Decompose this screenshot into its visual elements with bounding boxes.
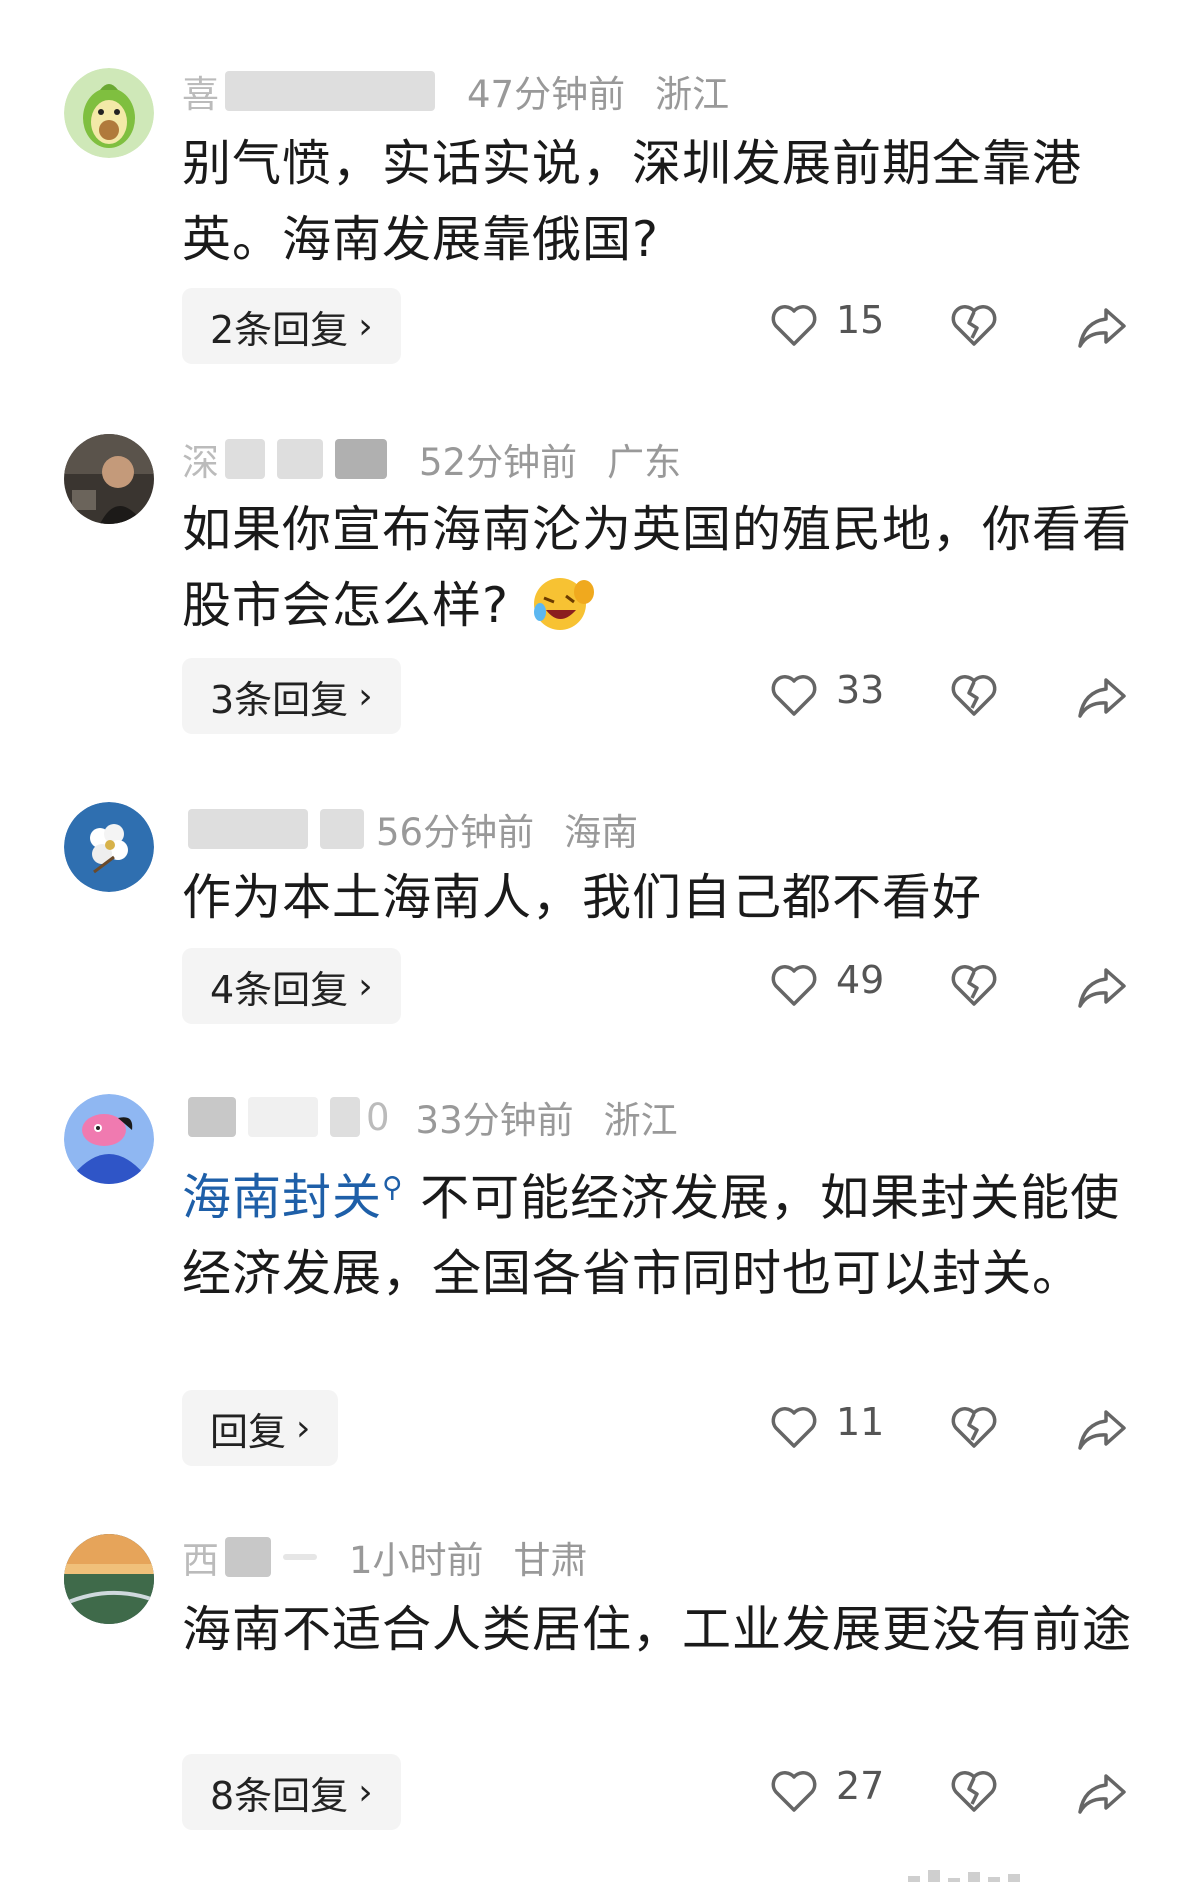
chevron-right-icon: ›: [358, 1771, 373, 1813]
blurred-name: [320, 809, 364, 849]
blurred-name: [225, 71, 435, 111]
blurred-name: [277, 439, 323, 479]
comment-meta: 0 33分钟前 浙江: [182, 1090, 678, 1144]
location: 广东: [607, 441, 682, 484]
broken-heart-icon[interactable]: [950, 672, 998, 720]
timestamp: 47分钟前: [467, 73, 626, 116]
chevron-right-icon: ›: [358, 965, 373, 1007]
blurred-name: [335, 439, 387, 479]
broken-heart-icon[interactable]: [950, 1404, 998, 1452]
heart-icon[interactable]: [770, 1768, 818, 1814]
heart-icon[interactable]: [770, 962, 818, 1008]
username[interactable]: 深: [182, 432, 393, 486]
flower-avatar-icon: [64, 802, 154, 892]
broken-heart-icon[interactable]: [950, 962, 998, 1010]
share-icon[interactable]: [1076, 964, 1128, 1010]
comment-text: 作为本土海南人，我们自己都不看好: [182, 869, 983, 926]
view-replies-button[interactable]: 3条回复 ›: [182, 658, 401, 734]
share-icon[interactable]: [1076, 1406, 1128, 1452]
avatar[interactable]: [64, 434, 154, 524]
avatar[interactable]: [64, 1094, 154, 1184]
comment-actions: 49: [770, 948, 1140, 1024]
avatar[interactable]: [64, 802, 154, 892]
laughing-emoji-icon: [533, 578, 594, 630]
timestamp: 33分钟前: [415, 1099, 574, 1142]
avatar[interactable]: [64, 1534, 154, 1624]
blurred-name: [283, 1554, 317, 1560]
like-count: 49: [836, 958, 885, 1002]
like-count: 15: [836, 298, 885, 342]
like-count: 11: [836, 1400, 885, 1444]
username[interactable]: 喜: [182, 64, 441, 118]
broken-heart-icon[interactable]: [950, 1768, 998, 1816]
heart-icon[interactable]: [770, 672, 818, 718]
share-icon[interactable]: [1076, 1770, 1128, 1816]
like-count: 27: [836, 1764, 885, 1808]
comment-text: 别气愤，实话实说，深圳发展前期全靠港英。海南发展靠俄国?: [182, 135, 1083, 268]
comment-actions: 11: [770, 1390, 1140, 1466]
like-count: 33: [836, 668, 885, 712]
comment-meta: 深 52分钟前 广东: [182, 432, 681, 486]
search-icon: ⚲: [382, 1171, 404, 1204]
comment-text: 如果你宣布海南沦为英国的殖民地，你看看股市会怎么样?: [182, 501, 1133, 634]
comment-meta: 喜 47分钟前 浙江: [182, 64, 729, 118]
comment-actions: 27: [770, 1754, 1140, 1830]
chevron-right-icon: ›: [358, 305, 373, 347]
timestamp: 1小时前: [349, 1539, 484, 1582]
watermark-decoration: [908, 1868, 1158, 1882]
share-icon[interactable]: [1076, 674, 1128, 720]
comment-meta: 西 1小时前 甘肃: [182, 1530, 588, 1584]
blurred-name: [225, 1537, 271, 1577]
timestamp: 52分钟前: [419, 441, 578, 484]
blurred-name: [188, 809, 308, 849]
comment-text: 海南封关⚲ 不可能经济发展，如果封关能使经济发展，全国各省市同时也可以封关。: [182, 1169, 1121, 1303]
location: 浙江: [603, 1099, 678, 1142]
landscape-avatar-icon: [64, 1534, 154, 1624]
view-replies-button[interactable]: 2条回复 ›: [182, 288, 401, 364]
username[interactable]: [182, 809, 370, 849]
comment-meta: 56分钟前 海南: [182, 802, 638, 856]
view-replies-button[interactable]: 回复 ›: [182, 1390, 339, 1466]
blurred-name: [248, 1097, 318, 1137]
comment-text: 海南不适合人类居住，工业发展更没有前途: [182, 1601, 1133, 1658]
blurred-name: [225, 439, 265, 479]
location: 海南: [564, 811, 639, 854]
location: 浙江: [655, 73, 730, 116]
avocado-avatar-icon: [64, 68, 154, 158]
comment-actions: 15: [770, 288, 1140, 364]
cartoon-avatar-icon: [64, 1094, 154, 1184]
heart-icon[interactable]: [770, 302, 818, 348]
timestamp: 56分钟前: [376, 811, 535, 854]
man-photo-avatar-icon: [64, 434, 154, 524]
location: 甘肃: [513, 1539, 588, 1582]
avatar[interactable]: [64, 68, 154, 158]
broken-heart-icon[interactable]: [950, 302, 998, 350]
view-replies-button[interactable]: 4条回复 ›: [182, 948, 401, 1024]
comment-actions: 33: [770, 658, 1140, 734]
share-icon[interactable]: [1076, 304, 1128, 350]
topic-link[interactable]: 海南封关⚲: [182, 1169, 404, 1226]
view-replies-button[interactable]: 8条回复 ›: [182, 1754, 401, 1830]
chevron-right-icon: ›: [296, 1407, 311, 1449]
blurred-name: [330, 1097, 360, 1137]
heart-icon[interactable]: [770, 1404, 818, 1450]
username[interactable]: 西: [182, 1530, 323, 1584]
username[interactable]: 0: [182, 1096, 390, 1139]
chevron-right-icon: ›: [358, 675, 373, 717]
blurred-name: [188, 1097, 236, 1137]
